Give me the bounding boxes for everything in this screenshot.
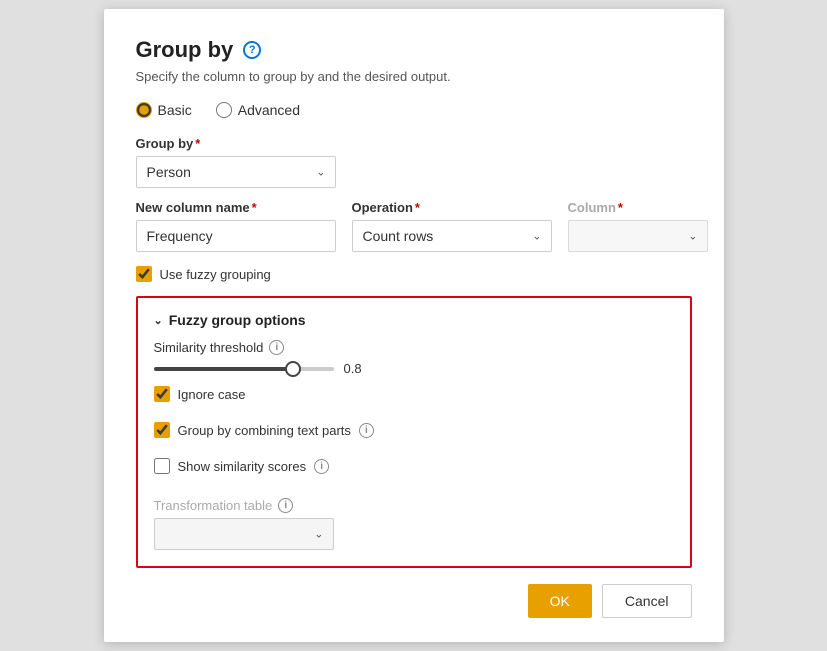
transformation-table-select-wrap: ⌄ [154, 518, 334, 550]
show-similarity-scores-label[interactable]: Show similarity scores [178, 459, 307, 474]
column-field: Column* ⌄ [568, 200, 708, 252]
cancel-button[interactable]: Cancel [602, 584, 692, 618]
group-by-select[interactable]: Person Name Category [136, 156, 336, 188]
show-similarity-scores-row: Show similarity scores i [154, 458, 674, 474]
group-by-combining-label[interactable]: Group by combining text parts [178, 423, 351, 438]
group-by-combining-info-icon[interactable]: i [359, 423, 374, 438]
column-select-wrap: ⌄ [568, 220, 708, 252]
operation-select[interactable]: Count rows Sum Average Min Max [352, 220, 552, 252]
new-column-name-field: New column name* [136, 200, 336, 252]
ignore-case-label[interactable]: Ignore case [178, 387, 246, 402]
collapse-icon[interactable]: ⌄ [154, 314, 163, 327]
group-by-combining-row: Group by combining text parts i [154, 422, 674, 438]
dialog-title: Group by [136, 37, 234, 63]
mode-radio-group: Basic Advanced [136, 102, 692, 118]
ignore-case-row: Ignore case [154, 386, 674, 402]
transformation-table-info-icon[interactable]: i [278, 498, 293, 513]
operation-field: Operation* Count rows Sum Average Min Ma… [352, 200, 552, 252]
column-select[interactable] [568, 220, 708, 252]
group-by-combining-checkbox[interactable] [154, 422, 170, 438]
operation-label: Operation* [352, 200, 552, 215]
radio-basic[interactable]: Basic [136, 102, 192, 118]
use-fuzzy-row: Use fuzzy grouping [136, 266, 692, 282]
fuzzy-title-label: Fuzzy group options [169, 312, 306, 328]
radio-basic-label: Basic [158, 102, 192, 118]
radio-basic-input[interactable] [136, 102, 152, 118]
slider-row: 0.8 [154, 361, 674, 376]
fuzzy-title-row: ⌄ Fuzzy group options [154, 312, 674, 328]
group-by-label: Group by* [136, 136, 692, 151]
radio-advanced-label: Advanced [238, 102, 300, 118]
similarity-threshold-info-icon[interactable]: i [269, 340, 284, 355]
transformation-table-select[interactable] [154, 518, 334, 550]
dialog-footer: OK Cancel [136, 584, 692, 618]
radio-advanced-input[interactable] [216, 102, 232, 118]
show-similarity-scores-checkbox[interactable] [154, 458, 170, 474]
new-column-name-input[interactable] [136, 220, 336, 252]
fuzzy-checkboxes: Ignore case Group by combining text part… [154, 386, 674, 488]
dialog-title-row: Group by ? [136, 37, 692, 63]
similarity-threshold-label-row: Similarity threshold i [154, 340, 674, 355]
column-label: Column* [568, 200, 708, 215]
similarity-threshold-label: Similarity threshold [154, 340, 264, 355]
ignore-case-checkbox[interactable] [154, 386, 170, 402]
similarity-slider-value: 0.8 [344, 361, 372, 376]
dialog-subtitle: Specify the column to group by and the d… [136, 69, 692, 84]
group-by-select-wrap: Person Name Category ⌄ [136, 156, 336, 188]
columns-row: New column name* Operation* Count rows S… [136, 200, 692, 252]
show-similarity-scores-info-icon[interactable]: i [314, 459, 329, 474]
operation-select-wrap: Count rows Sum Average Min Max ⌄ [352, 220, 552, 252]
radio-advanced[interactable]: Advanced [216, 102, 300, 118]
new-column-name-label: New column name* [136, 200, 336, 215]
group-by-dialog: Group by ? Specify the column to group b… [104, 9, 724, 642]
transformation-table-label: Transformation table [154, 498, 273, 513]
use-fuzzy-label[interactable]: Use fuzzy grouping [160, 267, 271, 282]
help-icon[interactable]: ? [243, 41, 261, 59]
similarity-slider[interactable] [154, 367, 334, 371]
transformation-table-label-row: Transformation table i [154, 498, 674, 513]
use-fuzzy-checkbox[interactable] [136, 266, 152, 282]
group-by-field: Group by* Person Name Category ⌄ [136, 136, 692, 188]
ok-button[interactable]: OK [528, 584, 592, 618]
fuzzy-group-options-box: ⌄ Fuzzy group options Similarity thresho… [136, 296, 692, 568]
